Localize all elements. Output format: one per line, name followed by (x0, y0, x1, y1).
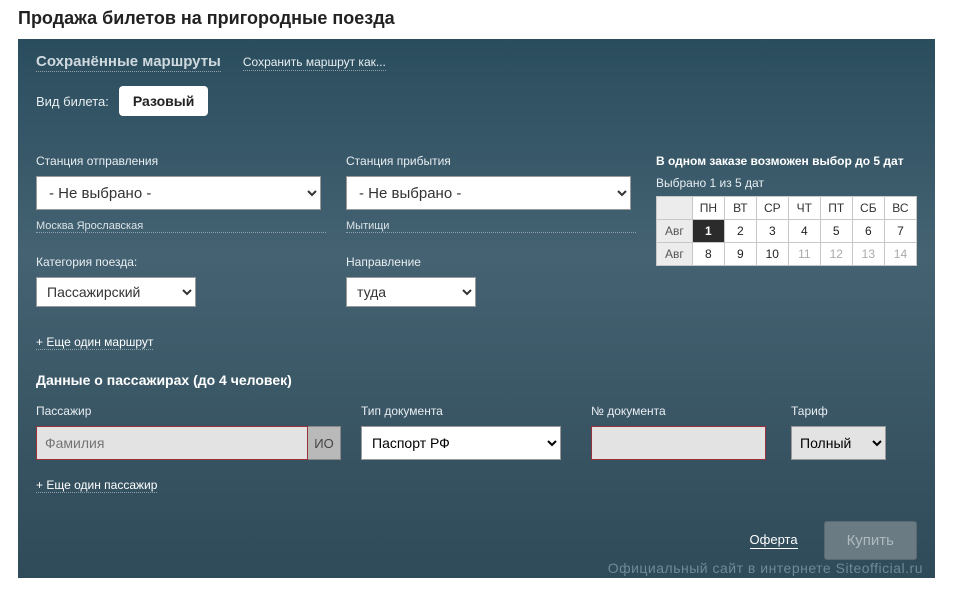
ticket-type-row: Вид билета: Разовый (36, 86, 917, 116)
weekday-mon: ПН (692, 197, 724, 220)
passenger-row: Пассажир ИО Тип документа Паспорт РФ № д… (36, 404, 917, 460)
saved-routes-link[interactable]: Сохранённые маршруты (36, 53, 221, 72)
category-select[interactable]: Пассажирский (36, 277, 196, 307)
dates-column: В одном заказе возможен выбор до 5 дат В… (656, 154, 917, 307)
direction-select[interactable]: туда (346, 277, 476, 307)
date-cell[interactable]: 6 (852, 220, 884, 243)
passenger-col: Пассажир ИО (36, 404, 341, 460)
passenger-label: Пассажир (36, 404, 341, 418)
oferta-link[interactable]: Оферта (750, 532, 798, 549)
category-label: Категория поезда: (36, 255, 326, 269)
arrival-column: Станция прибытия - Не выбрано - Мытищи Н… (346, 154, 636, 307)
date-cell[interactable]: 5 (820, 220, 852, 243)
month-cell: Авг (657, 243, 693, 266)
doc-num-label: № документа (591, 404, 771, 418)
direction-label: Направление (346, 255, 636, 269)
tariff-label: Тариф (791, 404, 891, 418)
departure-label: Станция отправления (36, 154, 326, 168)
ticket-type-label: Вид билета: (36, 94, 109, 109)
tariff-col: Тариф Полный (791, 404, 891, 460)
month-cell: Авг (657, 220, 693, 243)
arrival-select[interactable]: - Не выбрано - (346, 176, 631, 210)
date-cell[interactable]: 2 (725, 220, 757, 243)
date-cell[interactable]: 8 (692, 243, 724, 266)
date-cell[interactable]: 10 (756, 243, 788, 266)
date-cell[interactable]: 3 (756, 220, 788, 243)
save-route-as-link[interactable]: Сохранить маршрут как... (243, 55, 386, 71)
page-title: Продажа билетов на пригородные поезда (0, 0, 953, 39)
main-row: Станция отправления - Не выбрано - Москв… (36, 154, 917, 307)
weekday-fri: ПТ (820, 197, 852, 220)
departure-column: Станция отправления - Не выбрано - Москв… (36, 154, 326, 307)
calendar-row: Авг 1 2 3 4 5 6 7 (657, 220, 917, 243)
footer-row: Оферта Купить (36, 521, 917, 560)
departure-hint[interactable]: Москва Ярославская (36, 220, 326, 233)
date-cell[interactable]: 14 (884, 243, 916, 266)
calendar-table: ПН ВТ СР ЧТ ПТ СБ ВС Авг 1 2 3 4 5 6 7 (656, 196, 917, 266)
dates-selected: Выбрано 1 из 5 дат (656, 176, 917, 190)
weekday-tue: ВТ (725, 197, 757, 220)
doc-num-col: № документа (591, 404, 771, 460)
arrival-label: Станция прибытия (346, 154, 636, 168)
date-cell[interactable]: 12 (820, 243, 852, 266)
weekday-sun: ВС (884, 197, 916, 220)
calendar-row: Авг 8 9 10 11 12 13 14 (657, 243, 917, 266)
arrival-hint[interactable]: Мытищи (346, 220, 636, 233)
date-cell[interactable]: 7 (884, 220, 916, 243)
doc-num-input[interactable] (591, 426, 766, 460)
weekday-wed: СР (756, 197, 788, 220)
booking-panel: Сохранённые маршруты Сохранить маршрут к… (18, 39, 935, 578)
weekday-thu: ЧТ (788, 197, 820, 220)
tariff-select[interactable]: Полный (791, 426, 886, 460)
departure-select[interactable]: - Не выбрано - (36, 176, 321, 210)
calendar-corner (657, 197, 693, 220)
buy-button[interactable]: Купить (824, 521, 917, 560)
watermark: Официальный сайт в интернете Siteofficia… (608, 560, 923, 576)
date-cell[interactable]: 9 (725, 243, 757, 266)
doc-type-col: Тип документа Паспорт РФ (361, 404, 571, 460)
io-button[interactable]: ИО (308, 426, 341, 460)
top-links: Сохранённые маршруты Сохранить маршрут к… (36, 53, 917, 72)
date-cell[interactable]: 11 (788, 243, 820, 266)
date-cell[interactable]: 4 (788, 220, 820, 243)
date-cell[interactable]: 13 (852, 243, 884, 266)
calendar-header-row: ПН ВТ СР ЧТ ПТ СБ ВС (657, 197, 917, 220)
passenger-input-wrap: ИО (36, 426, 341, 460)
add-route-link[interactable]: + Еще один маршрут (36, 335, 153, 350)
weekday-sat: СБ (852, 197, 884, 220)
ticket-type-button[interactable]: Разовый (119, 86, 208, 116)
doc-type-select[interactable]: Паспорт РФ (361, 426, 561, 460)
surname-input[interactable] (36, 426, 308, 460)
doc-type-label: Тип документа (361, 404, 571, 418)
dates-info: В одном заказе возможен выбор до 5 дат (656, 154, 917, 168)
add-passenger-link[interactable]: + Еще один пассажир (36, 478, 157, 493)
passengers-title: Данные о пассажирах (до 4 человек) (36, 372, 917, 388)
date-cell[interactable]: 1 (692, 220, 724, 243)
